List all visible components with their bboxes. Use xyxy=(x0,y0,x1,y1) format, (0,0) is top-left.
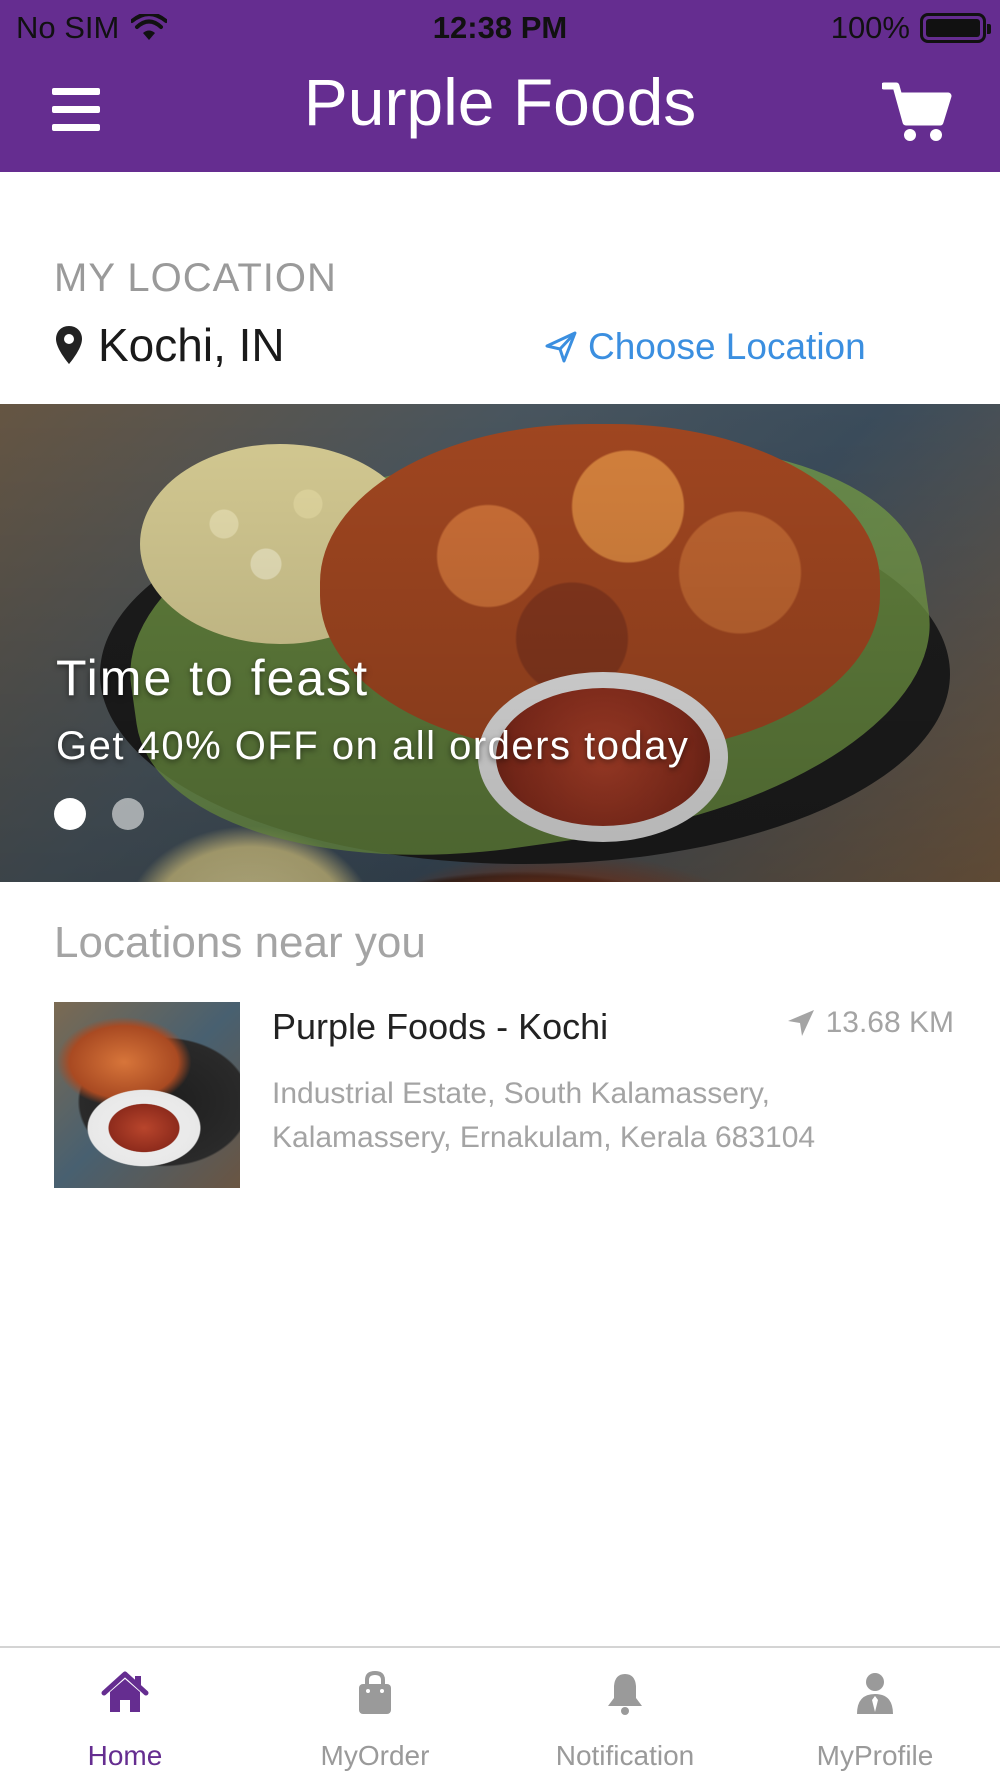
carousel-dot-1[interactable] xyxy=(54,798,86,830)
store-distance-text: 13.68 KM xyxy=(825,1006,954,1039)
tab-myprofile-label: MyProfile xyxy=(816,1740,934,1771)
paper-plane-icon xyxy=(545,331,577,363)
store-address: Industrial Estate, South Kalamassery, Ka… xyxy=(272,1077,816,1154)
status-bar: No SIM 12:38 PM 100% xyxy=(0,0,1000,56)
nearby-title: Locations near you xyxy=(54,918,426,967)
home-icon xyxy=(101,1671,149,1712)
store-distance: 13.68 KM xyxy=(786,1006,954,1040)
battery-percent: 100% xyxy=(830,10,910,45)
battery-indicator: 100% xyxy=(830,10,991,46)
navigation-bar: Purple Foods xyxy=(0,56,1000,172)
current-location: Kochi, IN xyxy=(54,318,285,372)
tab-home[interactable]: Home xyxy=(0,1648,250,1778)
shopping-bag-icon xyxy=(359,1670,391,1714)
battery-icon xyxy=(920,13,991,43)
tab-notification-label: Notification xyxy=(555,1740,695,1771)
map-pin-icon xyxy=(56,326,82,364)
store-name: Purple Foods - Kochi xyxy=(272,1006,609,1047)
tab-myprofile[interactable]: MyProfile xyxy=(750,1648,1000,1778)
app-title: Purple Foods xyxy=(303,65,697,139)
promo-banner[interactable]: Time to feast Get 40% OFF on all orders … xyxy=(0,404,1000,882)
tab-notification[interactable]: Notification xyxy=(500,1648,750,1778)
location-section: MY LOCATION Kochi, IN Choose Location xyxy=(0,172,1000,404)
tab-home-label: Home xyxy=(87,1740,163,1771)
app-header: No SIM 12:38 PM 100% Purple Foods xyxy=(0,0,1000,172)
tab-myorder[interactable]: MyOrder xyxy=(250,1648,500,1778)
store-list-item[interactable]: Purple Foods - Kochi 13.68 KM Industrial… xyxy=(54,1002,954,1188)
tab-myorder-label: MyOrder xyxy=(320,1740,430,1771)
shopping-cart-icon[interactable] xyxy=(880,80,952,144)
bell-icon xyxy=(608,1674,642,1715)
location-caption: MY LOCATION xyxy=(54,256,337,300)
carousel-dot-2[interactable] xyxy=(112,798,144,830)
banner-subline: Get 40% OFF on all orders today xyxy=(56,724,690,768)
choose-location-label: Choose Location xyxy=(588,326,866,367)
store-thumbnail xyxy=(54,1002,240,1188)
navigation-arrow-icon xyxy=(787,1010,814,1036)
current-location-text: Kochi, IN xyxy=(98,319,285,371)
choose-location-button[interactable]: Choose Location xyxy=(544,326,866,368)
carousel-dots xyxy=(54,798,144,830)
user-profile-icon xyxy=(857,1673,893,1714)
banner-headline: Time to feast xyxy=(56,650,370,706)
bottom-tab-bar: Home MyOrder Notification MyProfile xyxy=(0,1646,1000,1778)
banner-shade xyxy=(0,404,1000,882)
